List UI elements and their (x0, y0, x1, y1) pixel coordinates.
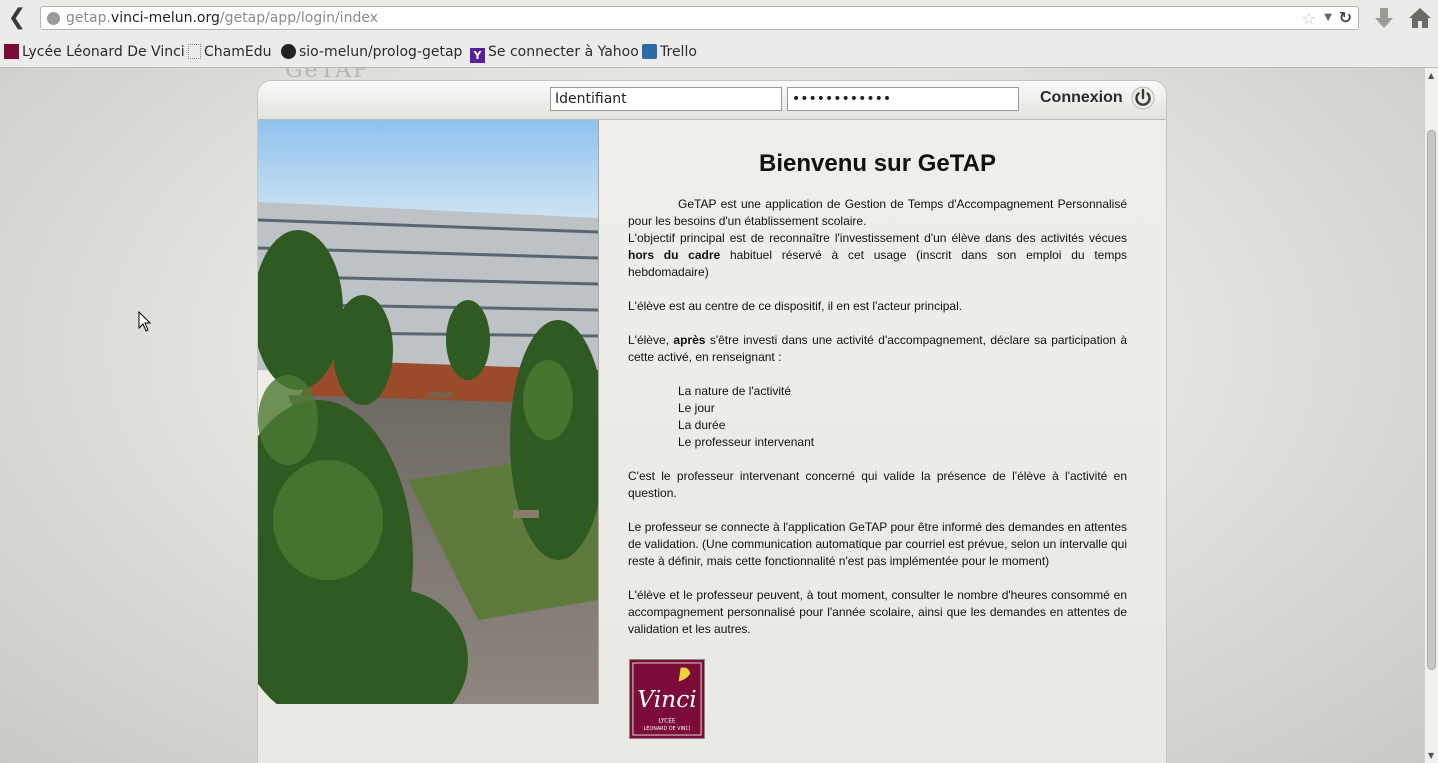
bookmark-star-icon[interactable]: ☆ (1302, 9, 1316, 28)
main-panel: Connexion (257, 80, 1167, 763)
bookmark-yahoo[interactable]: Y Se connecter à Yahoo (470, 44, 639, 63)
scroll-thumb[interactable] (1427, 130, 1436, 670)
professeur-paragraph: Le professeur se connecte à l'applicatio… (628, 520, 1127, 568)
list-item: La nature de l'activité (678, 384, 792, 398)
list-item: Le jour (678, 401, 715, 415)
objectif-paragraph: L'objectif principal est de reconnaître … (628, 231, 1127, 279)
password-input[interactable] (787, 87, 1019, 111)
browser-toolbar: ❮ getap.vinci-melun.org/getap/app/login/… (0, 0, 1438, 38)
apres-paragraph: L'élève, après s'être investi dans une a… (628, 333, 1128, 364)
yahoo-icon: Y (470, 48, 485, 63)
bookmarks-bar: Lycée Léonard De Vinci ChamEdu sio-melun… (0, 38, 1438, 68)
svg-text:LÉONARD DE VINCI: LÉONARD DE VINCI (644, 724, 691, 732)
scroll-up-icon[interactable]: ▲ (1428, 71, 1434, 80)
trello-icon (642, 44, 657, 59)
activity-fields-list: La nature de l'activité Le jour La durée… (628, 383, 1127, 451)
mouse-cursor-icon (138, 311, 152, 332)
page-viewport: GeTAP Connexion (0, 68, 1424, 763)
globe-icon (47, 12, 60, 25)
url-bar[interactable]: getap.vinci-melun.org/getap/app/login/in… (40, 6, 1359, 30)
url-text[interactable]: getap.vinci-melun.org/getap/app/login/in… (66, 10, 378, 26)
scroll-down-icon[interactable]: ▼ (1428, 751, 1434, 760)
bookmark-trello[interactable]: Trello (642, 44, 697, 60)
bookmark-chamedu[interactable]: ChamEdu (188, 44, 271, 60)
download-icon[interactable] (1373, 6, 1395, 30)
svg-text:Vinci: Vinci (637, 685, 697, 713)
blank-page-icon (188, 44, 201, 59)
page-scrollbar[interactable]: ▲ ▼ (1424, 68, 1438, 763)
bookmark-lycee-vinci[interactable]: Lycée Léonard De Vinci (4, 44, 185, 60)
page-title: Bienvenu sur GeTAP (759, 150, 996, 177)
intro-paragraph: GeTAP est une application de Gestion de … (628, 197, 1127, 228)
power-icon[interactable] (1131, 86, 1155, 110)
validation-paragraph: C'est le professeur intervenant concerné… (628, 469, 1127, 500)
welcome-content: Bienvenu sur GeTAP GeTAP est une applica… (628, 120, 1127, 638)
bookmark-github[interactable]: sio-melun/prolog-getap (281, 44, 462, 60)
vinci-favicon-icon (4, 44, 19, 59)
connexion-button[interactable]: Connexion (1040, 89, 1123, 107)
reload-icon[interactable]: ↻ (1339, 8, 1352, 27)
consulter-paragraph: L'élève et le professeur peuvent, à tout… (628, 588, 1127, 636)
lycee-vinci-logo: Vinci LYCÉE LÉONARD DE VINCI (629, 659, 705, 739)
back-icon[interactable]: ❮ (6, 7, 28, 29)
svg-text:LYCÉE: LYCÉE (658, 716, 675, 724)
identifiant-input[interactable] (550, 87, 782, 111)
home-icon[interactable] (1408, 6, 1432, 30)
list-item: La durée (678, 418, 726, 432)
centre-paragraph: L'élève est au centre de ce dispositif, … (628, 299, 963, 313)
github-icon (281, 44, 296, 59)
history-dropdown-icon[interactable]: ▼ (1324, 10, 1332, 26)
login-bar: Connexion (258, 81, 1166, 120)
school-photo (258, 120, 599, 704)
list-item: Le professeur intervenant (678, 435, 815, 449)
